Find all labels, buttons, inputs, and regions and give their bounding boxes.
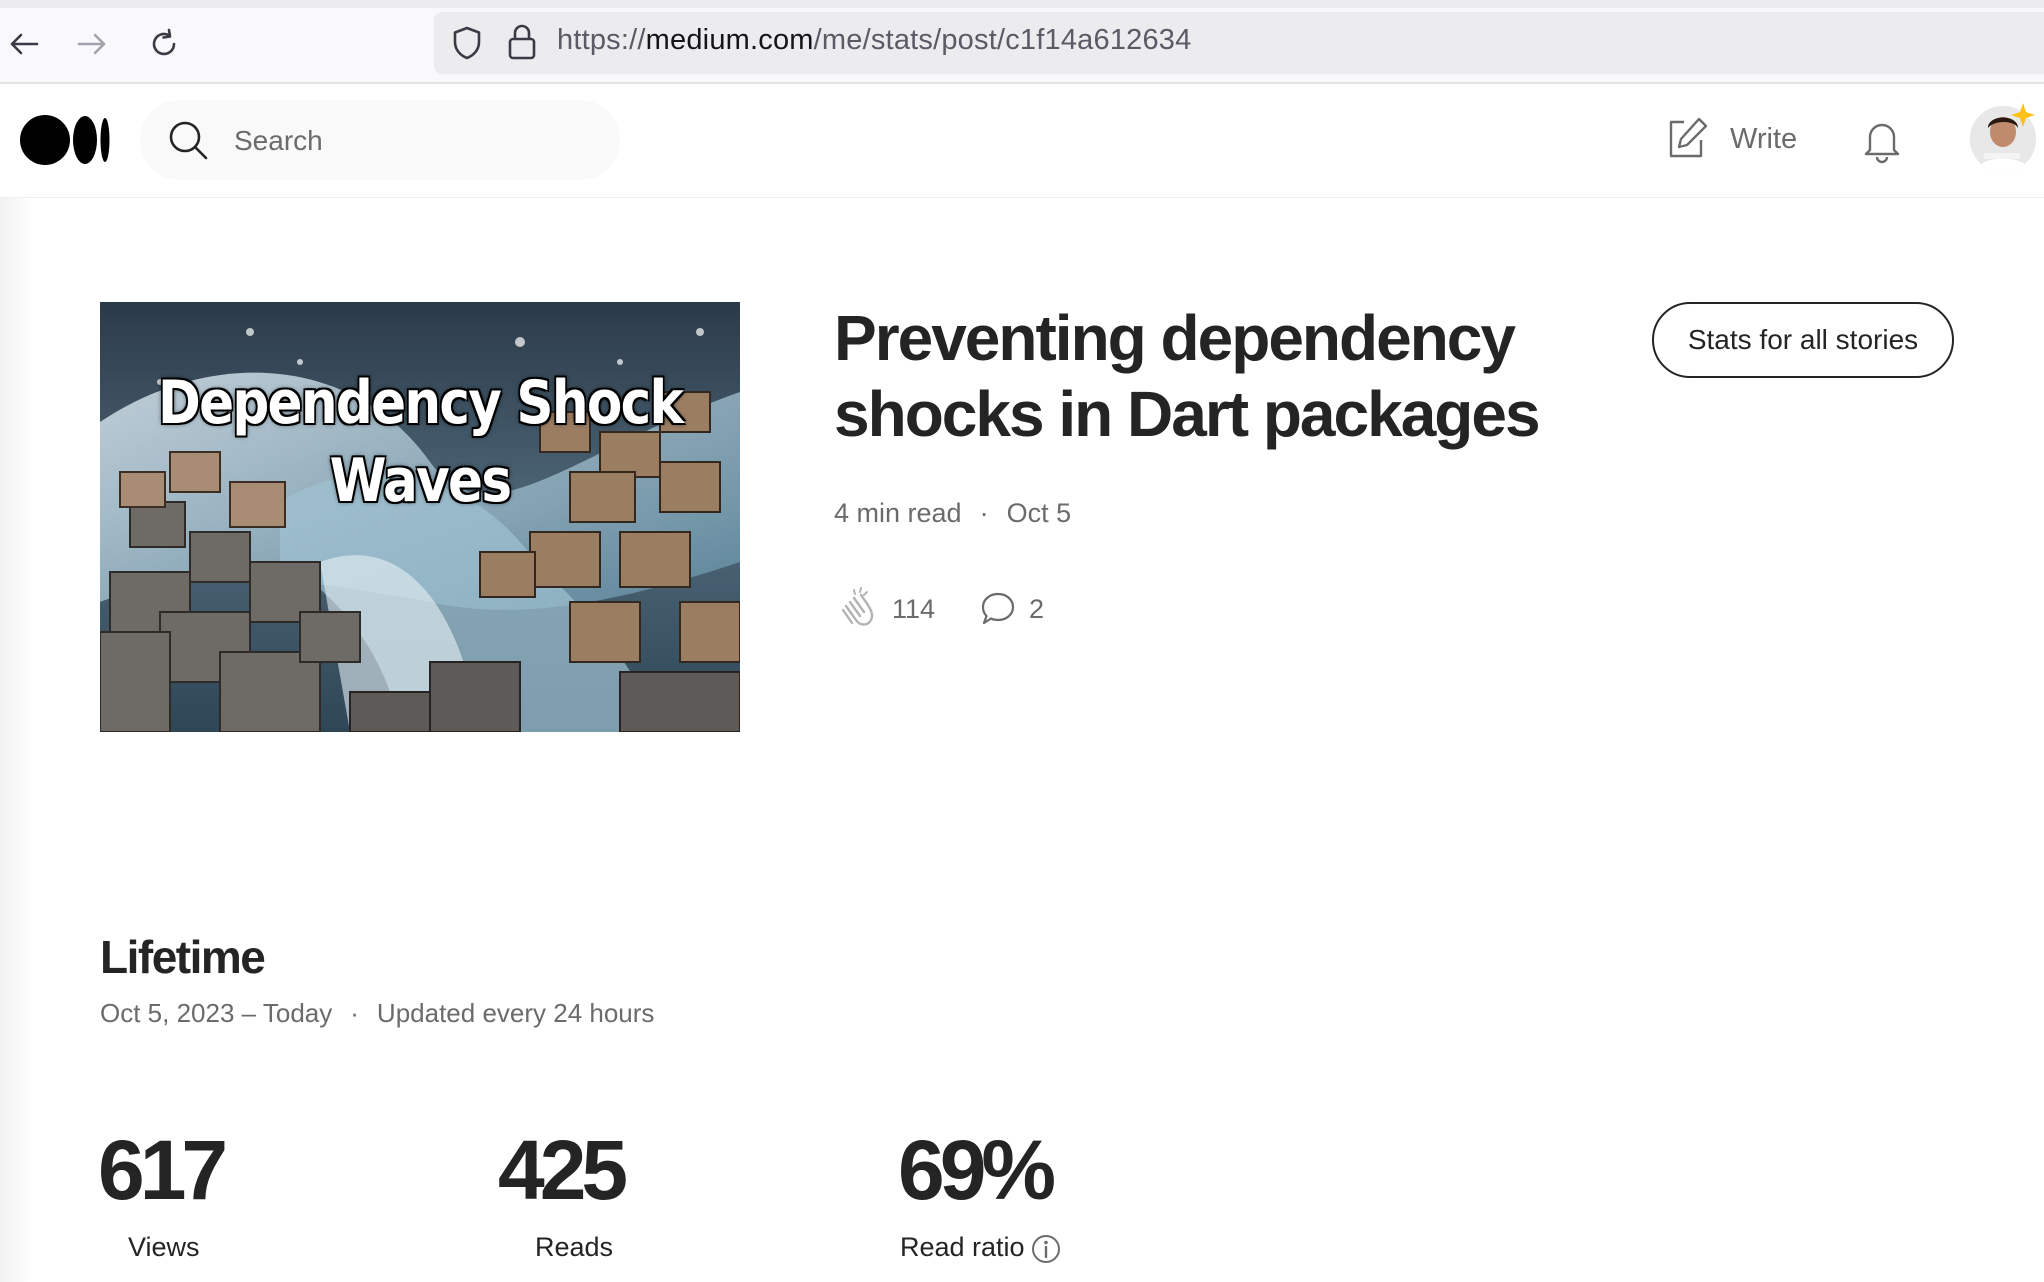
url-text[interactable]: https://medium.com/me/stats/post/c1f14a6…: [557, 24, 1191, 57]
write-label: Write: [1730, 122, 1798, 155]
reload-icon[interactable]: [140, 20, 188, 68]
info-icon[interactable]: [1030, 1233, 1062, 1265]
write-icon: [1669, 117, 1708, 158]
read-ratio-label: Read ratio: [900, 1232, 1025, 1262]
cover-caption-line1: Dependency Shock: [157, 368, 684, 438]
story-cover-image: Dependency Shock Waves: [100, 302, 740, 732]
read-time: 4 min read: [834, 498, 962, 528]
back-arrow-icon[interactable]: [0, 20, 48, 68]
story-title[interactable]: Preventing dependency shocks in Dart pac…: [834, 300, 1634, 452]
search-icon[interactable]: [166, 118, 210, 162]
stats-for-all-stories-button[interactable]: Stats for all stories: [1652, 302, 1954, 378]
shield-icon[interactable]: [448, 24, 486, 62]
write-button[interactable]: Write: [1664, 114, 1797, 164]
response-count: 2: [1029, 593, 1045, 624]
response-icon[interactable]: [979, 590, 1017, 628]
reads-value: 425: [498, 1123, 628, 1217]
story-reactions: 114 2: [834, 586, 1044, 632]
url-host: medium.com: [645, 24, 814, 56]
forward-arrow-icon[interactable]: [68, 20, 116, 68]
publish-date: Oct 5: [1006, 498, 1072, 528]
reads-label: Reads: [535, 1232, 614, 1262]
browser-tab-strip: [0, 0, 2044, 8]
read-ratio-value: 69%: [898, 1123, 1056, 1217]
story-meta: 4 min read · Oct 5: [834, 498, 1071, 529]
membership-star-icon: [2011, 103, 2035, 127]
medium-logo[interactable]: [19, 114, 111, 166]
url-scheme: https://: [557, 24, 646, 56]
update-note: Updated every 24 hours: [376, 998, 655, 1028]
bell-icon[interactable]: [1858, 116, 1906, 164]
lock-icon[interactable]: [504, 22, 540, 62]
range-separator: ·: [350, 998, 359, 1028]
views-value: 617: [98, 1123, 228, 1217]
clap-count: 114: [892, 593, 936, 624]
url-path: /me/stats/post/c1f14a612634: [813, 24, 1192, 56]
cover-illustration: [100, 302, 740, 732]
lifetime-heading: Lifetime: [100, 931, 266, 983]
clap-icon[interactable]: [834, 586, 880, 632]
cover-caption-line2: Waves: [329, 446, 512, 516]
page-gutter: [0, 198, 32, 1282]
meta-separator: ·: [979, 498, 989, 528]
date-range: Oct 5, 2023 – Today: [100, 998, 333, 1028]
lifetime-range: Oct 5, 2023 – Today · Updated every 24 h…: [100, 998, 654, 1029]
views-label: Views: [128, 1232, 200, 1262]
search-input[interactable]: [234, 120, 604, 162]
